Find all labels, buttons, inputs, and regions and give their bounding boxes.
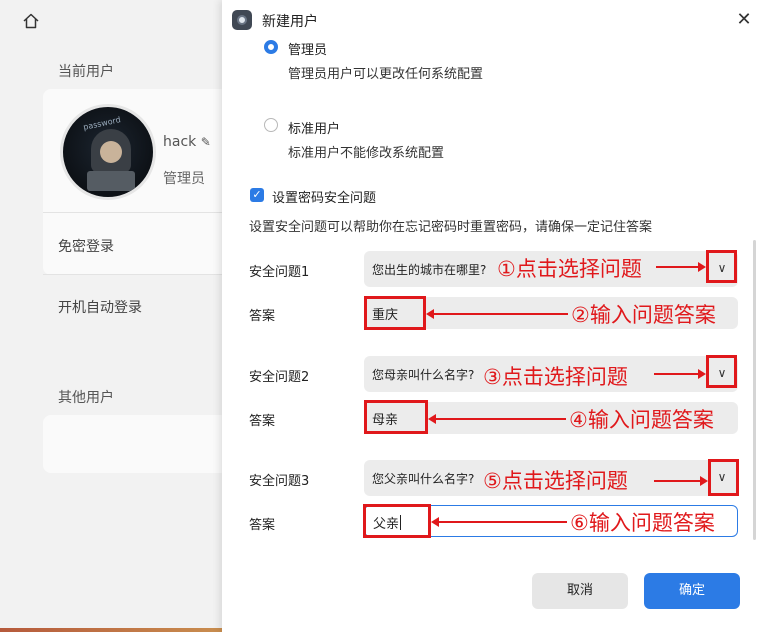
annotation-5: ⑤点击选择问题	[483, 469, 628, 493]
annotation-box-3	[706, 355, 737, 388]
no-password-login-item[interactable]: 免密登录	[58, 236, 114, 256]
annotation-arrow-5	[654, 476, 708, 486]
home-icon[interactable]	[22, 12, 40, 30]
annotation-box-4	[364, 400, 428, 434]
auto-login-item[interactable]: 开机自动登录	[58, 297, 142, 317]
close-icon[interactable]: ✕	[734, 10, 754, 30]
divider	[43, 212, 223, 213]
dialog-title: 新建用户	[262, 14, 318, 30]
annotation-arrow-3	[654, 369, 706, 379]
other-users-card	[43, 415, 243, 473]
admin-radio[interactable]	[264, 40, 278, 54]
annotation-box-1	[706, 250, 737, 283]
security-question-checkbox[interactable]: ✓	[250, 188, 264, 202]
annotation-1: ①点击选择问题	[497, 257, 642, 281]
annotation-box-2	[364, 296, 426, 330]
annotation-arrow-1	[656, 262, 706, 272]
admin-option-label: 管理员	[288, 43, 328, 58]
security-help-text: 设置安全问题可以帮助你在忘记密码时重置密码，请确保一定记住答案	[249, 220, 653, 235]
settings-app-icon	[232, 10, 252, 30]
divider	[43, 274, 223, 275]
annotation-box-5	[708, 459, 739, 496]
confirm-button[interactable]: 确定	[644, 573, 740, 609]
edit-pencil-icon[interactable]: ✎	[201, 135, 211, 149]
annotation-arrow-6	[431, 517, 567, 527]
annotation-2: ②输入问题答案	[571, 303, 716, 327]
annotation-3: ③点击选择问题	[483, 365, 628, 389]
annotation-6: ⑥输入问题答案	[570, 511, 715, 535]
new-user-dialog: 新建用户 ✕ 管理员 管理员用户可以更改任何系统配置 标准用户 标准用户不能修改…	[222, 0, 764, 632]
annotation-4: ④输入问题答案	[569, 408, 714, 432]
current-username: hack ✎	[163, 134, 211, 150]
answer-1-label: 答案	[249, 309, 276, 324]
annotation-box-6	[363, 504, 431, 538]
current-user-heading: 当前用户	[58, 64, 114, 80]
annotation-arrow-2	[426, 309, 568, 319]
question-3-label: 安全问题3	[249, 474, 310, 489]
cancel-button[interactable]: 取消	[532, 573, 628, 609]
question-1-label: 安全问题1	[249, 265, 310, 280]
current-user-role: 管理员	[163, 171, 205, 187]
standard-user-radio[interactable]	[264, 118, 278, 132]
wallpaper-strip	[0, 628, 222, 632]
scrollbar[interactable]	[753, 240, 756, 540]
annotation-arrow-4	[428, 414, 566, 424]
security-question-label: 设置密码安全问题	[272, 191, 377, 206]
user-avatar: password	[60, 104, 156, 200]
standard-option-desc: 标准用户不能修改系统配置	[288, 146, 445, 161]
question-2-label: 安全问题2	[249, 370, 310, 385]
answer-2-label: 答案	[249, 414, 276, 429]
standard-option-label: 标准用户	[288, 122, 341, 137]
answer-3-label: 答案	[249, 518, 276, 533]
other-users-heading: 其他用户	[58, 390, 114, 406]
admin-option-desc: 管理员用户可以更改任何系统配置	[288, 67, 484, 82]
